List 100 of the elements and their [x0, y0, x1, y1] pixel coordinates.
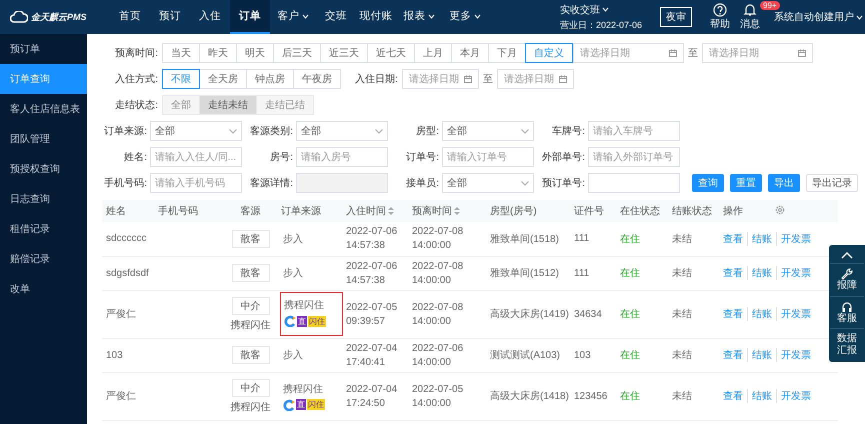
field-label: 客源详情: — [249, 176, 293, 190]
action-link[interactable]: 结账 — [747, 389, 776, 403]
nav-tab[interactable]: 报表 — [396, 0, 442, 34]
order-source: 携程闪住 — [284, 298, 325, 312]
option-button[interactable]: 钟点房 — [246, 69, 294, 89]
source-tag: 散客 — [232, 230, 270, 248]
action-button[interactable]: 导出记录 — [806, 174, 858, 192]
option-button[interactable]: 后三天 — [273, 43, 321, 63]
input-field[interactable]: 请输入入住人/同... — [150, 147, 242, 167]
checkin-time: 17:24:50 — [346, 398, 386, 408]
guest-name: 严俊仁 — [106, 391, 136, 402]
action-button[interactable]: 查询 — [692, 174, 724, 192]
option-button[interactable]: 近三天 — [320, 43, 368, 63]
action-link[interactable]: 开发票 — [776, 307, 815, 321]
side-tool-button[interactable]: 报障 — [830, 263, 864, 296]
option-button[interactable]: 全天房 — [199, 69, 247, 89]
action-link[interactable]: 开发票 — [776, 389, 815, 403]
side-tool-button[interactable]: 数据汇报 — [830, 328, 864, 360]
shift-selector[interactable]: 实收交班 — [560, 2, 642, 16]
option-button[interactable]: 上月 — [414, 43, 452, 63]
nav-tab[interactable]: 首页 — [110, 0, 150, 34]
select-field[interactable]: 全部 — [442, 121, 534, 141]
order-source: 步入 — [283, 266, 303, 280]
action-link[interactable]: 查看 — [723, 232, 747, 246]
action-link[interactable]: 结账 — [747, 348, 776, 362]
order-source: 步入 — [283, 232, 303, 246]
user-menu[interactable]: 系统自动创建用户 — [774, 10, 865, 24]
action-link[interactable]: 结账 — [747, 307, 776, 321]
select-field[interactable]: 全部 — [296, 121, 388, 141]
input-field[interactable] — [588, 173, 680, 193]
nav-tab[interactable]: 订单 — [230, 0, 270, 34]
option-button[interactable]: 近七天 — [367, 43, 415, 63]
nav-tab[interactable]: 现付账 — [356, 0, 396, 34]
nav-tab[interactable]: 交班 — [316, 0, 356, 34]
column-header: 房型(房号) — [490, 206, 537, 217]
column-header: 操作 — [723, 206, 743, 217]
help-button[interactable]: 帮助 — [710, 3, 730, 31]
sidebar-item[interactable]: 租借记录 — [0, 214, 87, 244]
nav-tab[interactable]: 客户 — [270, 0, 316, 34]
option-button[interactable]: 当天 — [162, 43, 200, 63]
action-link[interactable]: 开发票 — [776, 266, 815, 280]
sidebar-item[interactable]: 预授权查询 — [0, 154, 87, 184]
nav-tab[interactable]: 更多 — [442, 0, 488, 34]
sidebar-item[interactable]: 预订单 — [0, 34, 87, 64]
channel-badge: 直 — [296, 399, 306, 410]
checkin-time: 09:39:57 — [346, 316, 386, 326]
column-header: 在住状态 — [620, 206, 660, 217]
side-tool-button[interactable]: 客服 — [830, 296, 864, 328]
sidebar-item[interactable]: 客人住店信息表 — [0, 94, 87, 124]
night-audit-button[interactable]: 夜审 — [660, 7, 692, 27]
room-type: 高级大床房(1419) — [490, 309, 569, 320]
nav-tab[interactable]: 预订 — [150, 0, 190, 34]
stay-status: 在住 — [620, 268, 640, 279]
calendar-icon — [558, 75, 567, 83]
input-field[interactable]: 请输入订单号 — [442, 147, 534, 167]
sidebar-item[interactable]: 订单查询 — [0, 64, 87, 94]
bill-status: 未结 — [672, 391, 692, 402]
stay-status: 在住 — [620, 350, 640, 361]
bill-status: 未结 — [672, 268, 692, 279]
field-label: 入住方式: — [114, 72, 159, 86]
option-button[interactable]: 本月 — [451, 43, 489, 63]
checkin-time: 2022-07-06 — [346, 226, 398, 238]
option-button[interactable]: 午夜房 — [293, 69, 341, 89]
action-button[interactable]: 导出 — [768, 174, 800, 192]
ring-logo-icon — [284, 315, 296, 327]
action-link[interactable]: 查看 — [723, 307, 747, 321]
sidebar-item[interactable]: 日志查询 — [0, 184, 87, 214]
sidebar-item[interactable]: 赔偿记录 — [0, 244, 87, 274]
sidebar-item[interactable]: 改单 — [0, 274, 87, 304]
messages-button[interactable]: 消息 — [740, 3, 760, 31]
input-field[interactable]: 请输入外部订单号 — [588, 147, 680, 167]
checkout-time: 14:00:00 — [412, 356, 452, 368]
order-source: 携程闪住 — [283, 382, 324, 396]
action-link[interactable]: 开发票 — [776, 348, 815, 362]
input-field[interactable]: 请输入房号 — [296, 147, 388, 167]
checkin-time: 14:57:38 — [346, 274, 386, 286]
option-button[interactable]: 不限 — [162, 69, 200, 89]
input-field[interactable]: 请输入手机号码 — [150, 173, 242, 193]
action-link[interactable]: 查看 — [723, 266, 747, 280]
option-button[interactable]: 明天 — [236, 43, 274, 63]
select-field[interactable]: 全部 — [442, 173, 534, 193]
sidebar-item[interactable]: 团队管理 — [0, 124, 87, 154]
select-field[interactable]: 全部 — [150, 121, 242, 141]
field-label: 手机号码: — [103, 176, 147, 190]
chevron-icon — [521, 128, 529, 134]
action-link[interactable]: 开发票 — [776, 232, 815, 246]
help-icon — [713, 3, 727, 17]
input-field[interactable]: 请输入车牌号 — [588, 121, 680, 141]
action-button[interactable]: 重置 — [730, 174, 762, 192]
action-link[interactable]: 查看 — [723, 389, 747, 403]
option-button[interactable]: 下月 — [488, 43, 526, 63]
caret-icon — [602, 7, 609, 12]
room-type: 测试测试(A103) — [490, 350, 560, 361]
source-tag: 中介 — [232, 296, 270, 314]
action-link[interactable]: 结账 — [747, 266, 776, 280]
option-button[interactable]: 自定义 — [525, 43, 573, 63]
option-button[interactable]: 昨天 — [199, 43, 237, 63]
action-link[interactable]: 结账 — [747, 232, 776, 246]
nav-tab[interactable]: 入住 — [190, 0, 230, 34]
action-link[interactable]: 查看 — [723, 348, 747, 362]
